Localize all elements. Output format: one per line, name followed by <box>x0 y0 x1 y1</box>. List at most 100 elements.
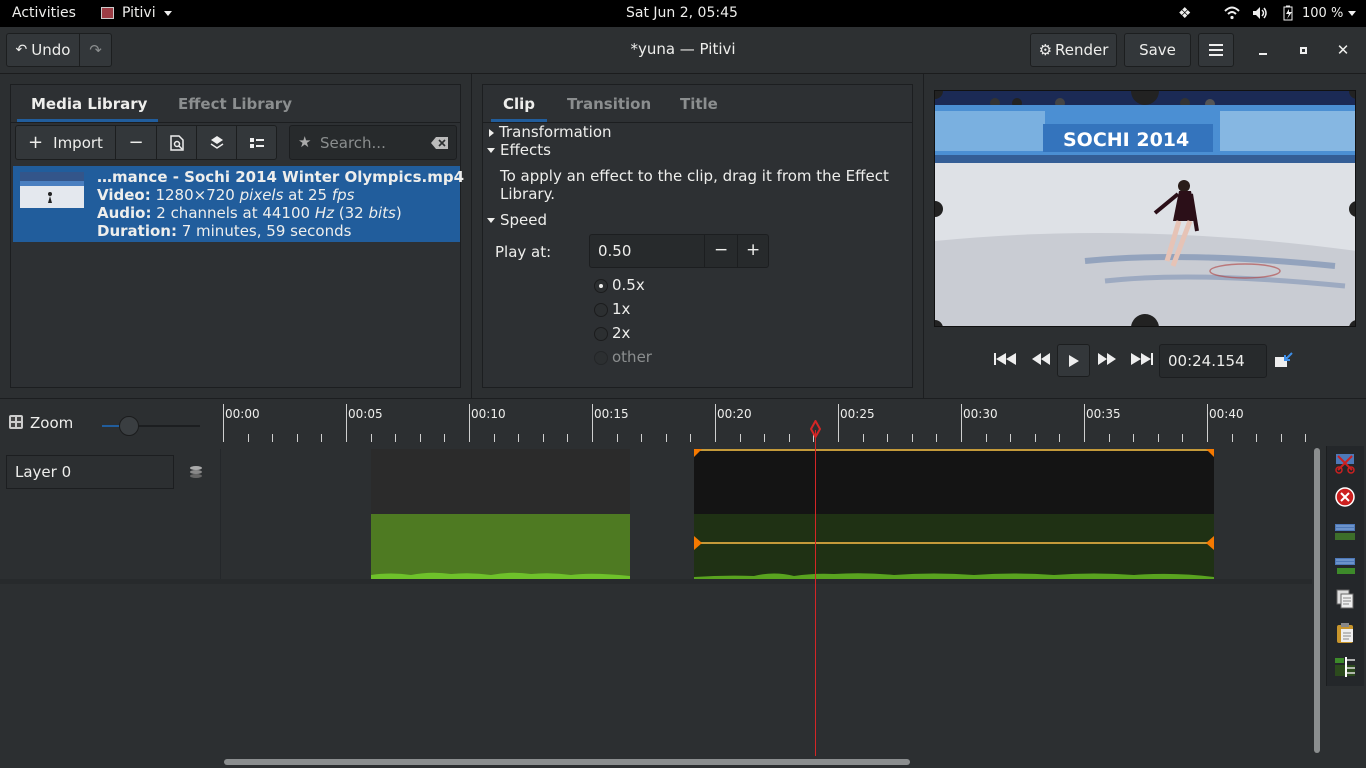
layer-name-field[interactable]: Layer 0 <box>6 455 174 489</box>
render-button[interactable]: ⚙ Render <box>1030 33 1117 67</box>
hamburger-menu-button[interactable] <box>1198 33 1234 67</box>
minimize-button[interactable] <box>1250 37 1276 63</box>
tab-clip[interactable]: Clip <box>503 95 535 113</box>
volume-line[interactable] <box>694 542 1214 544</box>
speed-radio-1x[interactable] <box>594 303 608 317</box>
volume-icon[interactable] <box>1252 6 1268 20</box>
tab-transition[interactable]: Transition <box>567 95 651 113</box>
keyframe-handle-icon[interactable] <box>1206 536 1214 550</box>
play-at-label: Play at: <box>495 243 552 261</box>
active-tab-indicator <box>491 119 547 122</box>
playhead[interactable] <box>815 430 816 756</box>
audio-waveform <box>371 572 630 579</box>
split-clip-button[interactable] <box>1330 449 1360 477</box>
media-duration-info: Duration: 7 minutes, 59 seconds <box>97 222 352 240</box>
ruler-minor-tick <box>936 434 938 442</box>
app-menu-button[interactable]: Pitivi <box>122 5 156 21</box>
layer-separator <box>0 579 1312 584</box>
insert-at-end-button[interactable] <box>196 125 237 160</box>
goto-end-button[interactable] <box>1130 352 1156 372</box>
ungroup-clips-button[interactable] <box>1330 551 1360 579</box>
dropbox-icon[interactable]: ❖ <box>1178 4 1191 22</box>
ruler-minor-tick <box>616 434 618 442</box>
vertical-scrollbar[interactable] <box>1314 448 1320 753</box>
clear-search-icon[interactable] <box>431 137 448 149</box>
rewind-button[interactable] <box>1031 352 1053 372</box>
increase-speed-button[interactable]: + <box>746 240 760 260</box>
timeline-clip-audio[interactable] <box>371 514 630 579</box>
save-button[interactable]: Save <box>1124 33 1191 67</box>
search-field[interactable]: ★ Search... <box>289 125 457 160</box>
decrease-speed-button[interactable]: − <box>714 240 728 260</box>
delete-clip-button[interactable] <box>1330 483 1360 511</box>
effects-expander[interactable]: Effects <box>487 141 551 159</box>
skip-end-icon <box>1131 353 1153 365</box>
timeline-clip-video[interactable] <box>371 449 630 514</box>
undock-viewer-button[interactable] <box>1274 352 1296 372</box>
clip-properties-button[interactable] <box>156 125 197 160</box>
goto-start-button[interactable] <box>993 352 1019 372</box>
video-viewer[interactable]: SOCHI 2014 <box>934 90 1356 327</box>
ruler-minor-tick <box>1305 434 1307 442</box>
activities-button[interactable]: Activities <box>12 5 76 21</box>
ruler-minor-tick <box>395 434 397 442</box>
zoom-fit-icon[interactable] <box>8 414 24 430</box>
transformation-expander[interactable]: Transformation <box>489 123 612 141</box>
pane-splitter[interactable] <box>923 74 924 398</box>
ruler-minor-tick <box>296 434 298 442</box>
ruler-minor-tick <box>518 434 520 442</box>
ruler-label: 00:15 <box>594 407 629 421</box>
timecode-value: 00:24.154 <box>1168 352 1245 370</box>
ruler-minor-tick <box>542 434 544 442</box>
align-clips-button[interactable] <box>1330 653 1360 681</box>
paste-button[interactable] <box>1330 619 1360 647</box>
ruler-minor-tick <box>1133 434 1135 442</box>
ruler-label: 00:00 <box>225 407 260 421</box>
ruler-major-tick <box>961 404 962 442</box>
clip-trim-handle-icon[interactable] <box>694 449 702 457</box>
media-thumbnail <box>20 172 84 208</box>
import-button[interactable]: + Import <box>15 125 116 160</box>
remove-clip-button[interactable]: − <box>115 125 157 160</box>
close-button[interactable]: ✕ <box>1330 37 1356 63</box>
layers-insert-icon <box>210 135 223 149</box>
play-button[interactable] <box>1057 344 1090 377</box>
ruler-minor-tick <box>985 434 987 442</box>
timeline-clip-video-selected[interactable] <box>694 449 1214 514</box>
playhead-marker-icon[interactable] <box>810 420 821 438</box>
pane-splitter[interactable] <box>471 74 472 398</box>
layer-menu-icon[interactable] <box>188 464 206 480</box>
clock[interactable]: Sat Jun 2, 05:45 <box>626 5 738 21</box>
layer-name: Layer 0 <box>15 463 72 481</box>
media-item[interactable]: …mance - Sochi 2014 Winter Olympics.mp4 … <box>13 166 464 242</box>
group-clips-button[interactable] <box>1330 517 1360 545</box>
battery-icon[interactable] <box>1283 5 1293 21</box>
sochi-banner-text: SOCHI 2014 <box>1063 129 1190 151</box>
wifi-icon[interactable] <box>1224 6 1240 20</box>
ruler-minor-tick <box>1256 434 1258 442</box>
ruler-minor-tick <box>1280 434 1282 442</box>
speed-expander[interactable]: Speed <box>487 211 547 229</box>
horizontal-scrollbar[interactable] <box>224 759 910 765</box>
speed-radio-2x[interactable] <box>594 327 608 341</box>
list-view-button[interactable] <box>236 125 277 160</box>
copy-button[interactable] <box>1330 585 1360 613</box>
expander-collapsed-icon <box>489 128 494 137</box>
play-at-spinbutton[interactable]: 0.50 − + <box>589 234 769 268</box>
system-menu-arrow-icon[interactable] <box>1348 11 1356 16</box>
timecode-entry[interactable]: 00:24.154 <box>1159 344 1267 378</box>
keyframe-handle-icon[interactable] <box>694 536 702 550</box>
clip-trim-handle-icon[interactable] <box>1206 449 1214 457</box>
zoom-slider-handle[interactable] <box>119 416 139 436</box>
tab-title[interactable]: Title <box>680 95 718 113</box>
fast-forward-button[interactable] <box>1097 352 1119 372</box>
tab-media-library[interactable]: Media Library <box>31 95 147 113</box>
speed-radio-0-5x[interactable] <box>594 279 608 293</box>
rewind-icon <box>1032 353 1050 365</box>
tab-effect-library[interactable]: Effect Library <box>178 95 292 113</box>
audio-waveform <box>694 573 1214 579</box>
pitivi-app-icon <box>101 7 114 19</box>
maximize-button[interactable] <box>1290 37 1316 63</box>
timeline-ruler[interactable]: 00:00 00:05 00:10 00:15 00:20 00:25 00:30 00:35… <box>220 404 1320 444</box>
timeline-clip-audio-selected[interactable] <box>694 514 1214 579</box>
